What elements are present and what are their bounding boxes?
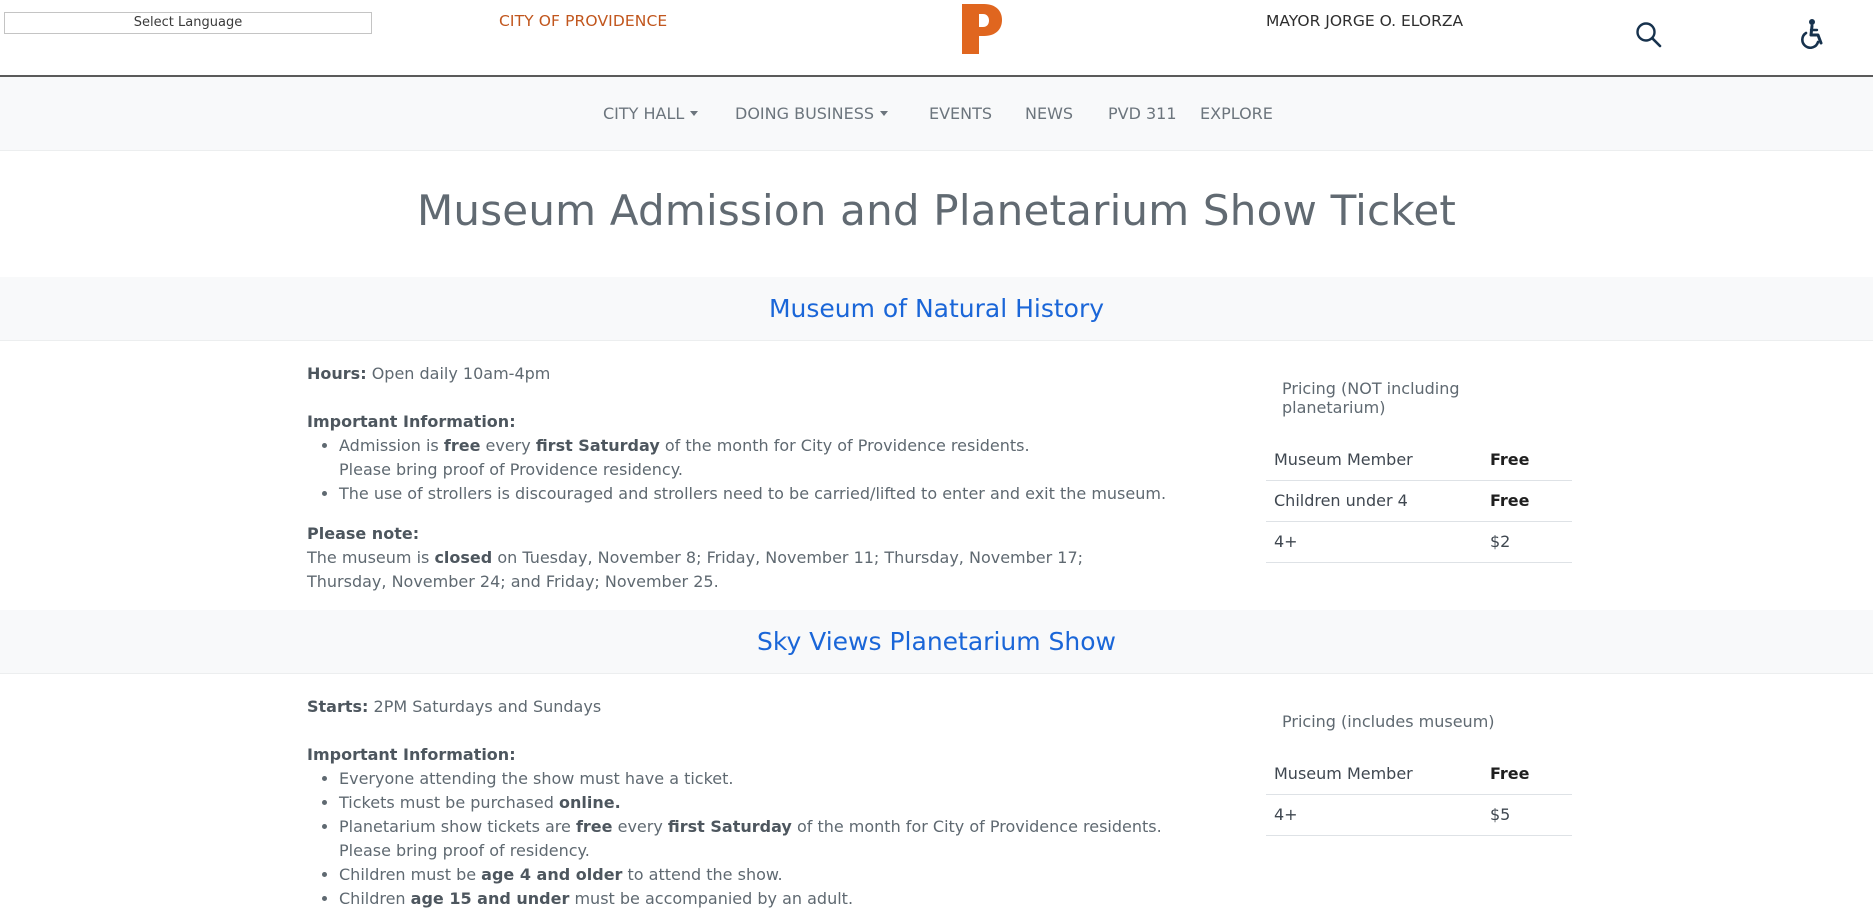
planetarium-pricing-table: Museum Member Free 4+ $5: [1266, 753, 1572, 836]
planetarium-pricing: Pricing (includes museum) Museum Member F…: [1266, 712, 1572, 836]
museum-pricing-table: Museum Member Free Children under 4 Free 4…: [1266, 439, 1572, 563]
closure-note: The museum is closed on Tuesday, Novembe…: [307, 548, 1084, 591]
list-item: Admission is free every first Saturday o…: [339, 434, 1187, 482]
important-label: Important Information:: [307, 745, 516, 764]
planetarium-important-list: Everyone attending the show must have a …: [307, 767, 1187, 911]
hours-label: Hours:: [307, 364, 367, 383]
list-item: Everyone attending the show must have a …: [339, 767, 1187, 791]
museum-important-list: Admission is free every first Saturday o…: [307, 434, 1187, 506]
nav-news[interactable]: NEWS: [1025, 104, 1073, 123]
nav-label: PVD 311: [1108, 104, 1177, 123]
list-item: Children age 15 and under must be accomp…: [339, 887, 1187, 911]
table-row: Children under 4 Free: [1266, 480, 1572, 522]
providence-logo[interactable]: [960, 2, 1004, 56]
main-nav: CITY HALL DOING BUSINESS EVENTS NEWS PVD…: [0, 77, 1873, 151]
nav-doing-business[interactable]: DOING BUSINESS: [735, 104, 889, 123]
city-of-providence-link[interactable]: CITY OF PROVIDENCE: [499, 12, 667, 30]
hours-line: Hours: Open daily 10am-4pm: [307, 362, 1187, 386]
nav-events[interactable]: EVENTS: [929, 104, 992, 123]
starts-value: 2PM Saturdays and Sundays: [373, 697, 602, 716]
note-label: Please note:: [307, 524, 420, 543]
search-icon[interactable]: [1634, 20, 1664, 50]
hours-value: Open daily 10am-4pm: [371, 364, 551, 383]
nav-label: DOING BUSINESS: [735, 104, 875, 123]
accessibility-icon[interactable]: [1796, 17, 1828, 49]
nav-pvd-311[interactable]: PVD 311: [1108, 104, 1177, 123]
nav-label: NEWS: [1025, 104, 1074, 123]
nav-city-hall[interactable]: CITY HALL: [603, 104, 699, 123]
planetarium-info: Starts: 2PM Saturdays and Sundays Import…: [307, 695, 1187, 911]
logo-p-icon: [962, 4, 1002, 54]
planetarium-section-band: Sky Views Planetarium Show: [0, 610, 1873, 674]
table-row: Museum Member Free: [1266, 439, 1572, 481]
nav-explore[interactable]: EXPLORE: [1200, 104, 1273, 123]
nav-label: EXPLORE: [1200, 104, 1273, 123]
starts-line: Starts: 2PM Saturdays and Sundays: [307, 695, 1187, 719]
list-item: Children must be age 4 and older to atte…: [339, 863, 1187, 887]
pricing-caption: Pricing (includes museum): [1282, 712, 1495, 731]
table-row: 4+ $2: [1266, 521, 1572, 563]
museum-heading: Museum of Natural History: [768, 294, 1105, 323]
list-item: Tickets must be purchased online.: [339, 791, 1187, 815]
page-title: Museum Admission and Planetarium Show Ti…: [416, 186, 1457, 235]
starts-label: Starts:: [307, 697, 369, 716]
chevron-down-icon: [880, 110, 889, 116]
museum-info: Hours: Open daily 10am-4pm Important Inf…: [307, 362, 1187, 594]
chevron-down-icon: [690, 110, 699, 116]
list-item: Planetarium show tickets are free every …: [339, 815, 1187, 863]
museum-section-band: Museum of Natural History: [0, 277, 1873, 341]
important-label: Important Information:: [307, 412, 516, 431]
table-row: Museum Member Free: [1266, 753, 1572, 795]
nav-label: EVENTS: [929, 104, 993, 123]
planetarium-heading: Sky Views Planetarium Show: [756, 627, 1116, 656]
nav-label: CITY HALL: [603, 104, 685, 123]
list-item: The use of strollers is discouraged and …: [339, 482, 1187, 506]
language-select[interactable]: Select Language: [4, 12, 372, 34]
mayor-link[interactable]: MAYOR JORGE O. ELORZA: [1266, 12, 1463, 30]
table-row: 4+ $5: [1266, 794, 1572, 836]
top-header: Select Language CITY OF PROVIDENCE MAYOR…: [0, 0, 1873, 77]
museum-pricing: Pricing (NOT including planetarium) Muse…: [1266, 379, 1572, 563]
pricing-caption: Pricing (NOT including planetarium): [1282, 379, 1460, 417]
